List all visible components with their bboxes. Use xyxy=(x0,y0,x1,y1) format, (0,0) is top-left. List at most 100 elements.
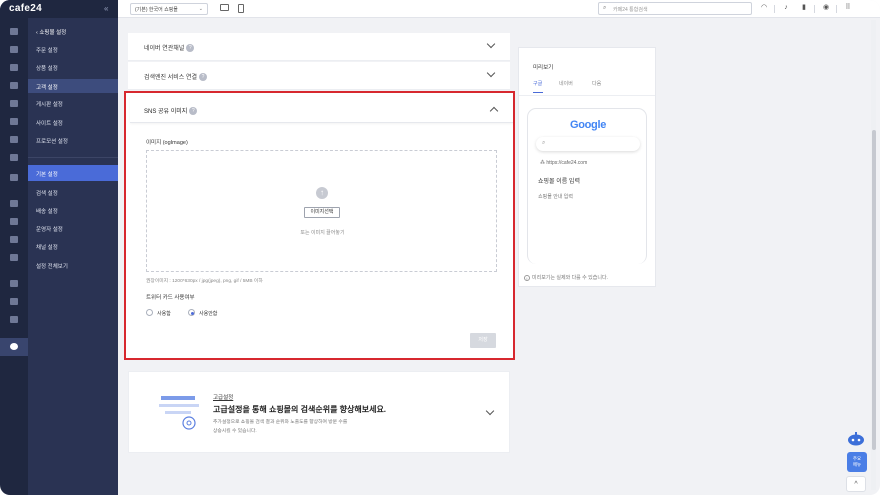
logo-bar: cafe24 « xyxy=(0,0,118,18)
divider xyxy=(836,5,837,13)
desktop-icon[interactable] xyxy=(220,4,229,11)
nav-item-operator[interactable]: 운영자 설정 xyxy=(36,225,63,233)
twitter-card-label: 트위터 카드 사용여부 xyxy=(146,295,195,301)
preview-shop-name: 쇼핑몰 이름 입력 xyxy=(538,179,580,185)
image-dropzone[interactable]: ↑ 이미지선택 또는 이미지 끌어놓기 xyxy=(146,150,497,272)
copy-icon[interactable] xyxy=(10,316,18,323)
nav-item-customer[interactable]: 고객 설정 xyxy=(28,79,118,93)
nav-header[interactable]: ‹ 쇼핑몰 설정 xyxy=(36,28,66,36)
nav-item-basic[interactable]: 기본 설정 xyxy=(28,165,118,181)
chevron-down-icon[interactable] xyxy=(485,406,495,416)
shop-select[interactable]: (기본) 한국어 쇼핑몰 ⌄ xyxy=(130,3,208,15)
accordion-search-engine[interactable]: 검색엔진 서비스 연결? xyxy=(128,62,510,90)
tab-daum[interactable]: 다음 xyxy=(592,80,601,87)
advanced-title: 고급설정을 통해 쇼핑몰의 검색순위를 향상해보세요. xyxy=(213,405,387,414)
help-icon[interactable]: ? xyxy=(189,107,198,116)
collapse-icon[interactable]: « xyxy=(104,4,108,13)
tab-naver[interactable]: 네이버 xyxy=(559,80,573,87)
accordion-title: 검색엔진 서비스 연결? xyxy=(144,72,208,82)
camera-icon[interactable] xyxy=(10,174,18,181)
cafe24-logo[interactable]: cafe24 xyxy=(9,3,42,14)
preview-note-text: 미리보기는 실제와 다를 수 있습니다. xyxy=(532,275,608,281)
nav-item-board[interactable]: 게시판 설정 xyxy=(36,100,63,108)
cart-icon[interactable] xyxy=(10,46,18,53)
og-image-label: 이미지 (ogImage) xyxy=(146,140,188,146)
megaphone-icon[interactable] xyxy=(10,218,18,225)
chevron-up-icon[interactable] xyxy=(489,106,499,116)
drag-hint: 또는 이미지 끌어놓기 xyxy=(300,230,345,236)
bell-icon[interactable]: ♪ xyxy=(782,4,790,12)
chatbot-icon[interactable] xyxy=(846,432,866,446)
accordion-sns-label: SNS 공유 이미지 xyxy=(144,109,188,115)
advanced-settings-card: 고급설정 고급설정을 통해 쇼핑몰의 검색순위를 향상해보세요. 추가설정으로 … xyxy=(128,371,510,453)
accordion-search-engine-label: 검색엔진 서비스 연결 xyxy=(144,75,198,81)
sns-share-section: SNS 공유 이미지? 이미지 (ogImage) ↑ 이미지선택 또는 이미지… xyxy=(124,91,515,360)
gift-icon[interactable] xyxy=(10,236,18,243)
apps-grid-icon[interactable]: ⠿ xyxy=(844,4,852,12)
radio-use-label[interactable]: 사용함 xyxy=(157,310,171,317)
tab-underline xyxy=(533,92,543,93)
divider xyxy=(814,5,815,13)
icon-rail xyxy=(0,0,28,495)
radio-not-use-label[interactable]: 사용안함 xyxy=(199,310,217,317)
radio-use[interactable] xyxy=(146,309,153,316)
promo-icon[interactable] xyxy=(10,136,18,143)
chevron-down-icon: ⌄ xyxy=(198,6,203,12)
nav-item-site[interactable]: 사이트 설정 xyxy=(36,119,63,127)
store-icon[interactable] xyxy=(10,200,18,207)
account-icon[interactable]: ◉ xyxy=(822,4,830,12)
bookmark-icon[interactable]: ▮ xyxy=(800,4,808,12)
google-logo: Google xyxy=(528,119,646,131)
choose-image-button[interactable]: 이미지선택 xyxy=(304,207,340,218)
chart-icon[interactable] xyxy=(10,154,18,161)
preview-note: i 미리보기는 실제와 다를 수 있습니다. xyxy=(524,274,608,281)
advanced-link[interactable]: 고급설정 xyxy=(213,393,233,401)
phone-mockup: Google ⌕ ⁂ https://cafe24.com 쇼핑몰 이름 입력 … xyxy=(527,108,647,264)
nav-item-search[interactable]: 검색 설정 xyxy=(36,189,58,197)
shop-select-value: (기본) 한국어 쇼핑몰 xyxy=(135,7,178,13)
scroll-top-button[interactable]: ^ xyxy=(846,476,866,492)
chevron-down-icon[interactable] xyxy=(486,39,496,49)
search-icon: ⌕ xyxy=(603,5,607,11)
recommend-text: 권장이미지 : 1200*630px / jpg(jpeg), png, gif… xyxy=(146,279,263,284)
preview-url: ⁂ https://cafe24.com xyxy=(540,160,588,166)
nav-item-product[interactable]: 상품 설정 xyxy=(36,64,58,72)
save-button[interactable]: 저장 xyxy=(470,333,496,348)
google-logo-text: Google xyxy=(569,119,607,131)
radio-not-use[interactable] xyxy=(188,309,195,316)
nav-item-channel[interactable]: 채널 설정 xyxy=(36,243,58,251)
home-icon[interactable] xyxy=(10,28,18,35)
shirt-icon[interactable] xyxy=(10,64,18,71)
headset-icon[interactable]: ◠ xyxy=(760,4,768,12)
settings-illustration-icon xyxy=(159,396,199,430)
nav-item-all-settings[interactable]: 설정 전체보기 xyxy=(36,262,68,270)
help-icon[interactable]: ? xyxy=(186,44,195,53)
google-search-bar: ⌕ xyxy=(536,137,640,151)
search-input[interactable]: ⌕ 카페24 통합검색 xyxy=(598,2,752,15)
help-icon[interactable]: ? xyxy=(199,73,208,82)
board-icon[interactable] xyxy=(10,100,18,107)
upload-icon: ↑ xyxy=(316,187,328,199)
main-menu-button[interactable]: 주요 메뉴 xyxy=(847,452,867,472)
nav-item-promotion[interactable]: 프로모션 설정 xyxy=(36,137,68,145)
gear-icon[interactable] xyxy=(10,343,18,350)
main-menu-line2: 메뉴 xyxy=(852,462,862,467)
accordion-sns[interactable]: SNS 공유 이미지? xyxy=(130,97,513,123)
apps-icon[interactable] xyxy=(10,280,18,287)
tab-google[interactable]: 구글 xyxy=(533,80,542,87)
nav-item-order[interactable]: 주문 설정 xyxy=(36,46,58,54)
top-bar: (기본) 한국어 쇼핑몰 ⌄ ⌕ 카페24 통합검색 ◠ ♪ ▮ ◉ ⠿ xyxy=(118,0,880,18)
scrollbar-thumb[interactable] xyxy=(872,130,876,450)
accordion-naver[interactable]: 네이버 연관채널? xyxy=(128,33,510,61)
person-icon[interactable] xyxy=(10,82,18,89)
chevron-down-icon[interactable] xyxy=(486,68,496,78)
preview-url-text: https://cafe24.com xyxy=(546,160,588,166)
palette-icon[interactable] xyxy=(10,118,18,125)
search-icon: ⌕ xyxy=(542,140,546,146)
document-icon[interactable] xyxy=(10,298,18,305)
mobile-icon[interactable] xyxy=(238,4,244,13)
nav-item-shipping[interactable]: 배송 설정 xyxy=(36,207,58,215)
search-placeholder: 카페24 통합검색 xyxy=(613,7,648,13)
truck-icon[interactable] xyxy=(10,254,18,261)
advanced-desc-line2: 상승시킬 수 있습니다. xyxy=(213,429,257,434)
